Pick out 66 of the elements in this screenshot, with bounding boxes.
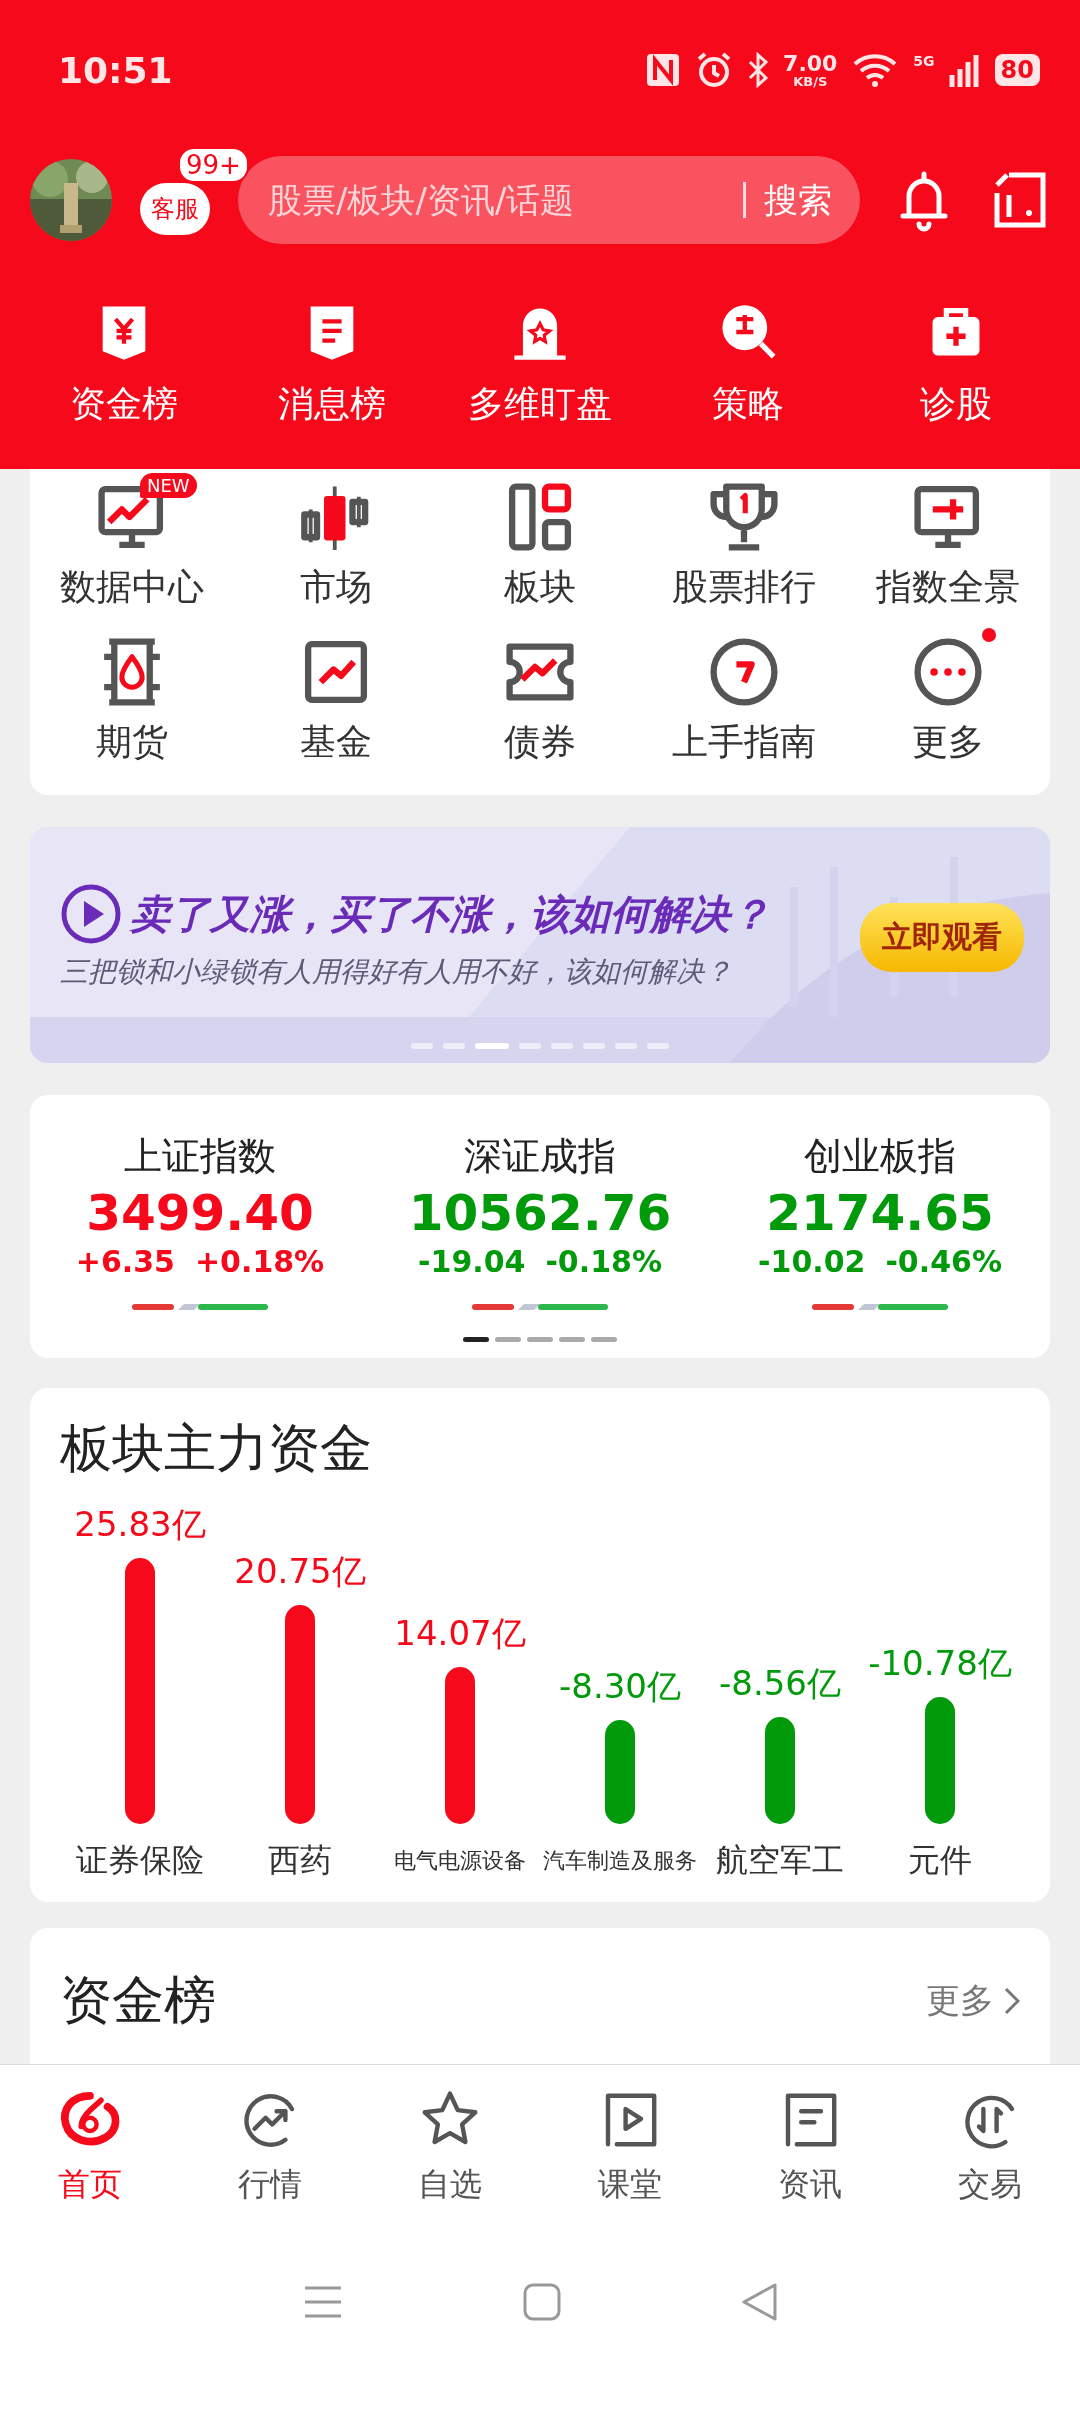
menu-item[interactable]: 指数全景 [862, 469, 1034, 612]
index-name: 上证指数 [124, 1133, 276, 1180]
index-change: +6.35 [75, 1244, 175, 1279]
menu-item[interactable]: NEW 数据中心 [46, 469, 218, 612]
clock-time: 10:51 [58, 49, 174, 91]
index-change: -19.04 [418, 1244, 526, 1279]
menu-item[interactable]: 上手指南 [658, 624, 830, 767]
quick-link[interactable]: 诊股 [852, 300, 1060, 429]
sector-name: 汽车制造及服务 [543, 1847, 697, 1875]
fund-amount: 14.07亿 [394, 1611, 526, 1655]
menu-item[interactable]: 更多 [896, 624, 1000, 767]
sector-name: 证券保险 [76, 1842, 204, 1880]
index-percent: +0.18% [194, 1244, 325, 1279]
tab[interactable]: 自选 [360, 2087, 540, 2207]
sector-name: 西药 [268, 1842, 332, 1880]
quick-link[interactable]: 策略 [644, 300, 852, 429]
signal-icon [948, 53, 981, 87]
quick-link[interactable]: 资金榜 [20, 300, 228, 429]
nfc-icon [645, 52, 682, 88]
index-value: 3499.40 [86, 1184, 314, 1242]
fund-amount: -8.56亿 [719, 1662, 841, 1706]
index-name: 创业板指 [804, 1133, 956, 1180]
bluetooth-icon [747, 52, 770, 88]
tab[interactable]: 资讯 [720, 2087, 900, 2207]
index-percent: -0.46% [885, 1244, 1002, 1279]
sector-name: 航空军工 [716, 1842, 844, 1880]
customer-service-button[interactable]: 客服 [140, 183, 210, 235]
menu-item[interactable]: 基金 [284, 624, 388, 767]
index-percent: -0.18% [545, 1244, 662, 1279]
speed-unit: KB/S [793, 74, 828, 88]
fund-amount: -10.78亿 [868, 1641, 1012, 1685]
quick-link[interactable]: 多维盯盘 [436, 300, 644, 429]
fund-amount: 25.83亿 [74, 1503, 206, 1547]
battery-level: 80 [994, 54, 1040, 86]
new-badge: NEW [140, 473, 197, 498]
message-count-badge: 99+ [178, 147, 249, 183]
fund-amount: 20.75亿 [234, 1550, 366, 1594]
banner-title: 卖了又涨，买了不涨，该如何解决？ [130, 889, 770, 939]
sector-name: 电气电源设备 [394, 1847, 526, 1875]
menu-item[interactable]: 板块 [488, 469, 592, 612]
index-value: 10562.76 [408, 1184, 672, 1242]
tab[interactable]: 行情 [180, 2087, 360, 2207]
index-value: 2174.65 [766, 1184, 994, 1242]
quick-link[interactable]: 消息榜 [228, 300, 436, 429]
tab[interactable]: 交易 [900, 2087, 1080, 2207]
menu-item[interactable]: 股票排行 [658, 469, 830, 612]
section-title: 资金榜 [60, 1969, 216, 2032]
chevron-right-icon [1004, 1987, 1020, 2015]
network-type: 5G [913, 53, 935, 69]
network-speed: 7.00 [783, 52, 838, 75]
sector-name: 元件 [908, 1842, 972, 1880]
watch-now-button[interactable]: 立即观看 [860, 902, 1024, 972]
fund-amount: -8.30亿 [559, 1664, 681, 1708]
back-icon[interactable] [741, 2283, 777, 2321]
menu-item[interactable]: 期货 [80, 624, 184, 767]
home-icon[interactable] [523, 2283, 561, 2321]
menu-item[interactable]: 债券 [488, 624, 592, 767]
play-icon [60, 883, 122, 945]
banner-subtitle: 三把锁和小绿锁有人用得好有人用不好，该如何解决？ [60, 954, 733, 990]
index-change: -10.02 [758, 1244, 866, 1279]
index-name: 深证成指 [464, 1133, 616, 1180]
tab[interactable]: 课堂 [540, 2087, 720, 2207]
more-link[interactable]: 更多 [926, 1978, 1020, 2024]
section-title: 板块主力资金 [60, 1417, 373, 1480]
menu-item[interactable]: 市场 [284, 469, 388, 612]
tab[interactable]: 首页 [0, 2087, 180, 2207]
